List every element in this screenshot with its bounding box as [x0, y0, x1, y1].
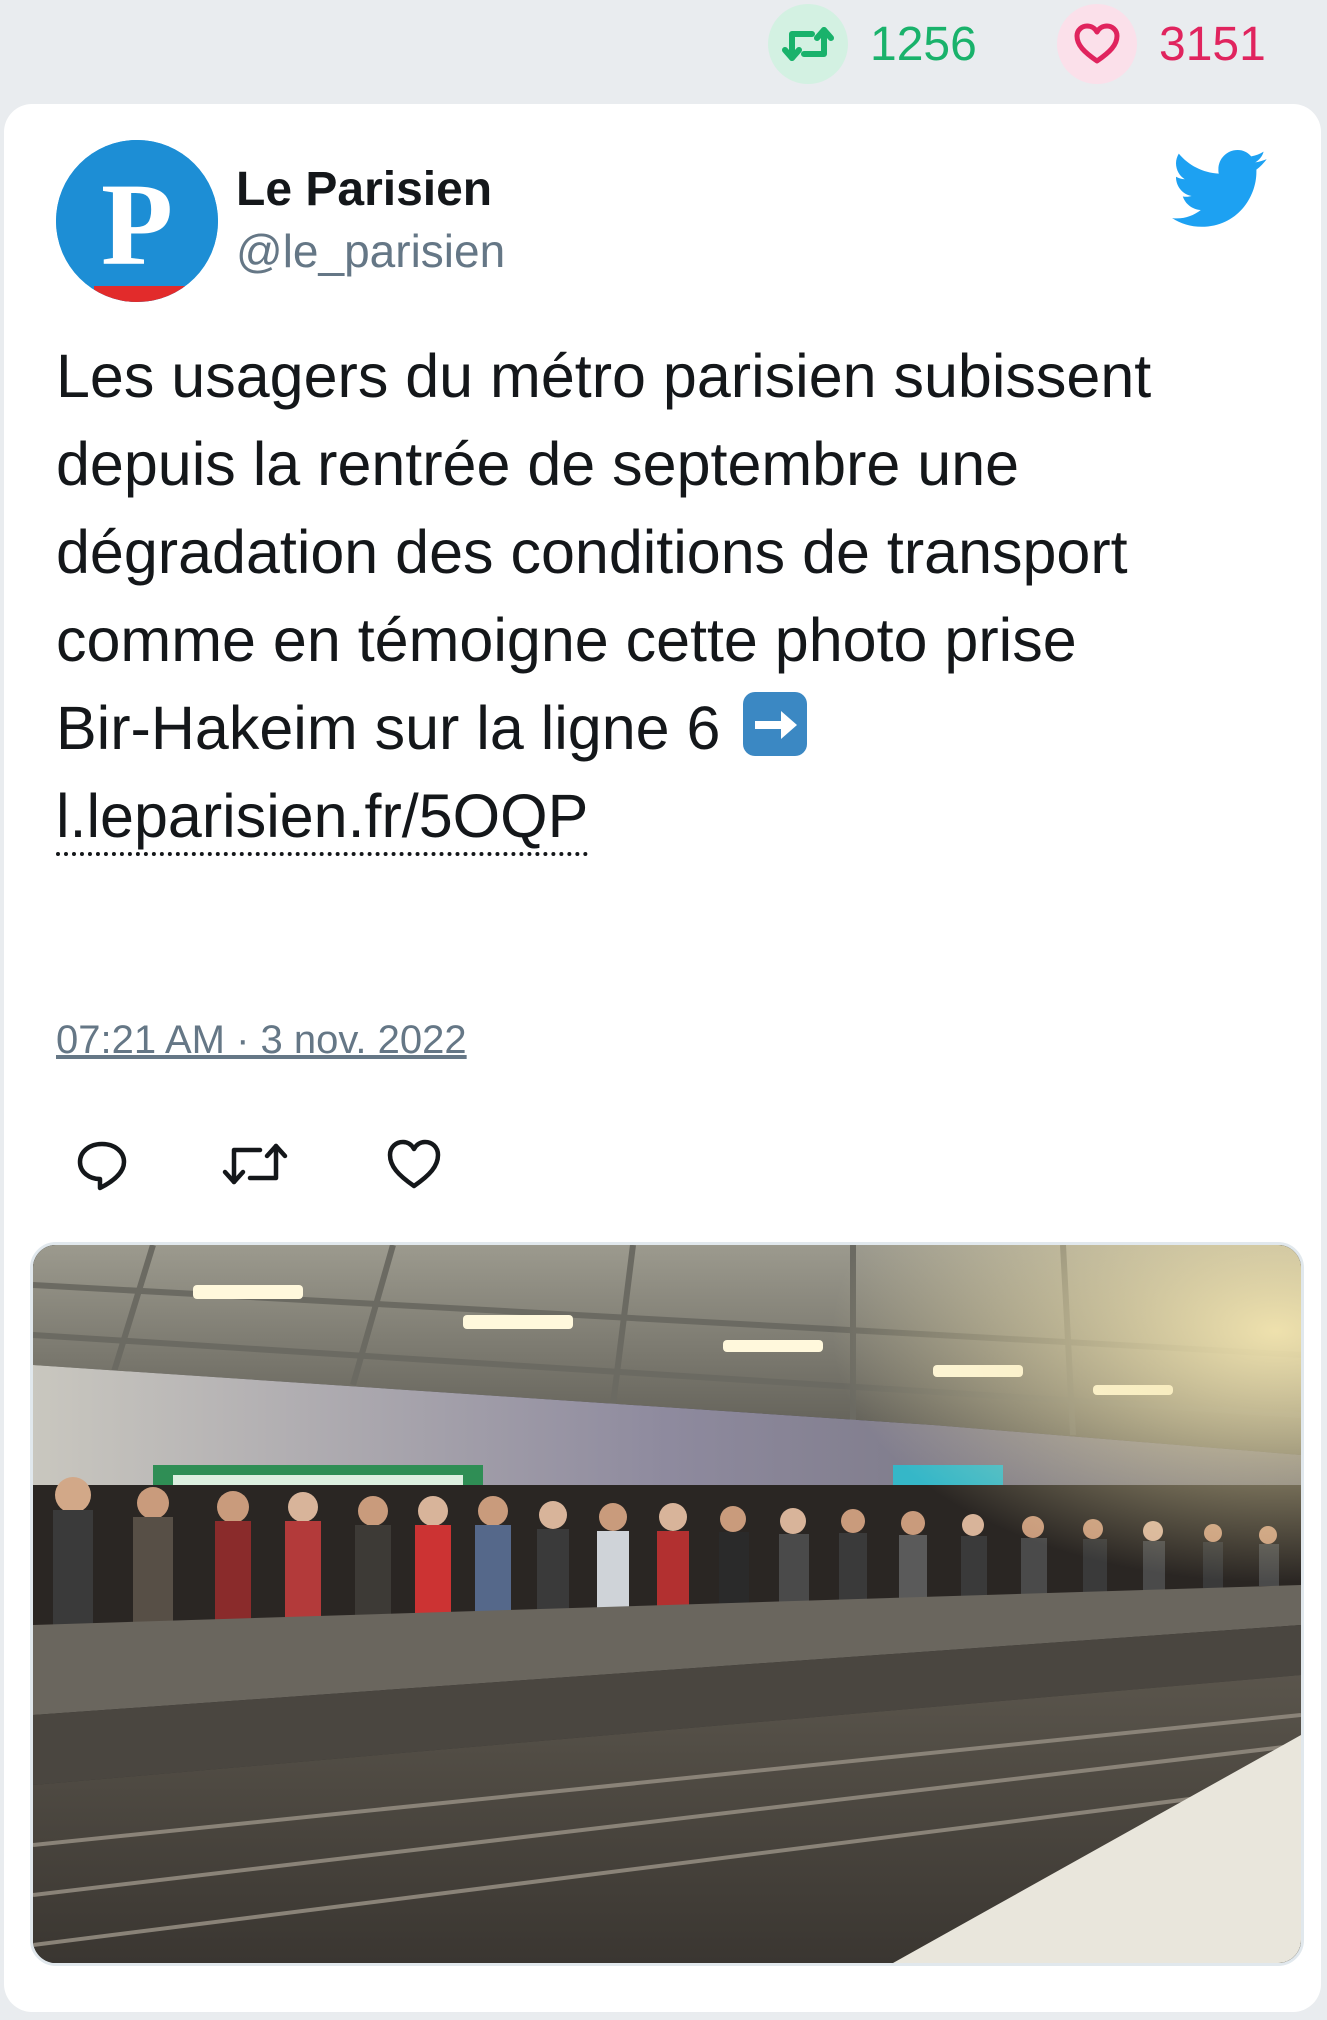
avatar[interactable]: P: [56, 140, 218, 302]
tweet-text: Les usagers du métro parisien subissent …: [56, 332, 1276, 860]
heart-icon: [1057, 4, 1137, 84]
tweet-text-line: depuis la rentrée de septembre une: [56, 430, 1020, 498]
tweet-photo[interactable]: [30, 1242, 1304, 1966]
tweet-text-line: dégradation des conditions de transport: [56, 518, 1128, 586]
tweet-text-line: Bir-Hakeim sur la ligne 6: [56, 684, 1276, 772]
avatar-letter: P: [101, 159, 173, 290]
reply-icon[interactable]: [72, 1134, 132, 1194]
tweet-card: P Le Parisien @le_parisien Les usagers d…: [4, 104, 1321, 2012]
retweet-stat[interactable]: 1256: [768, 4, 977, 84]
tweet-timestamp[interactable]: 07:21 AM · 3 nov. 2022: [56, 1018, 467, 1063]
engagement-stats: 1256 3151: [0, 0, 1327, 88]
like-stat[interactable]: 3151: [1057, 4, 1266, 84]
twitter-bird-icon[interactable]: [1172, 150, 1268, 230]
author-handle[interactable]: @le_parisien: [236, 224, 505, 278]
like-count: 3151: [1159, 17, 1266, 71]
tweet-text-line: comme en témoigne cette photo prise: [56, 606, 1077, 674]
heart-action-icon[interactable]: [384, 1134, 444, 1194]
retweet-count: 1256: [870, 17, 977, 71]
arrow-right-emoji: [743, 692, 808, 756]
tweet-text-line-end: Bir-Hakeim sur la ligne 6: [56, 694, 721, 762]
retweet-icon: [768, 4, 848, 84]
tweet-text-line: Les usagers du métro parisien subissent: [56, 342, 1152, 410]
author-name[interactable]: Le Parisien: [236, 162, 492, 217]
retweet-action-icon[interactable]: [220, 1134, 290, 1194]
tweet-link[interactable]: l.leparisien.fr/5OQP: [56, 782, 589, 856]
metro-platform-image: [33, 1245, 1301, 1963]
